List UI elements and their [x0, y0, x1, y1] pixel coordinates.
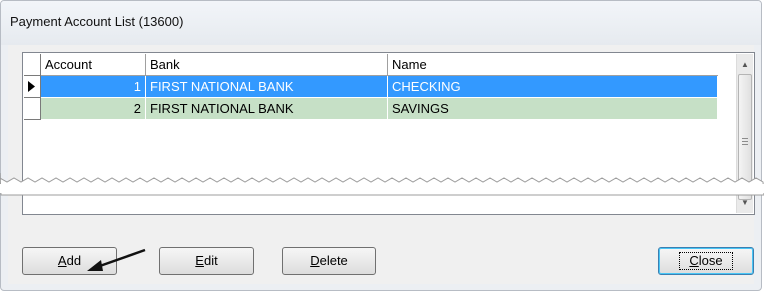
torn-edge-divider — [0, 173, 764, 196]
edit-button[interactable]: Edit — [159, 247, 254, 275]
column-header-account[interactable]: Account — [41, 54, 146, 76]
thumb-grip-icon — [742, 138, 748, 146]
cell-bank: FIRST NATIONAL BANK — [146, 98, 388, 120]
cell-name: CHECKING — [388, 76, 718, 98]
cell-account: 2 — [41, 98, 146, 120]
cell-name: SAVINGS — [388, 98, 718, 120]
delete-button-label: elete — [319, 253, 348, 268]
delete-button[interactable]: Delete — [282, 247, 376, 275]
table-row[interactable]: 1 FIRST NATIONAL BANK CHECKING — [41, 76, 718, 98]
column-header-name[interactable]: Name — [388, 54, 718, 76]
cell-account: 1 — [41, 76, 146, 98]
table-row[interactable]: 2 FIRST NATIONAL BANK SAVINGS — [41, 98, 718, 120]
cell-bank: FIRST NATIONAL BANK — [146, 76, 388, 98]
close-button[interactable]: Close — [658, 247, 754, 275]
row-indicator-current[interactable] — [24, 76, 41, 98]
delete-button-mnemonic: D — [310, 253, 320, 268]
row-indicator[interactable] — [24, 98, 41, 120]
edit-button-label: dit — [203, 253, 218, 268]
header-corner — [24, 54, 41, 76]
close-button-focus-rect: Close — [679, 252, 733, 270]
arrow-pointer-icon — [87, 248, 146, 271]
payment-account-list-window: Payment Account List (13600) Account Ban… — [0, 0, 762, 291]
add-button-label: dd — [66, 253, 82, 268]
scroll-up-arrow-icon[interactable]: ▲ — [737, 56, 753, 73]
column-header-bank[interactable]: Bank — [146, 54, 388, 76]
close-button-label: lose — [698, 253, 723, 268]
edit-button-mnemonic: E — [195, 253, 204, 268]
close-button-mnemonic: C — [689, 253, 699, 268]
title-bar[interactable]: Payment Account List (13600) — [1, 1, 761, 45]
current-row-pointer-icon — [28, 81, 35, 92]
add-button-mnemonic: A — [57, 253, 67, 268]
window-title: Payment Account List (13600) — [10, 14, 184, 29]
